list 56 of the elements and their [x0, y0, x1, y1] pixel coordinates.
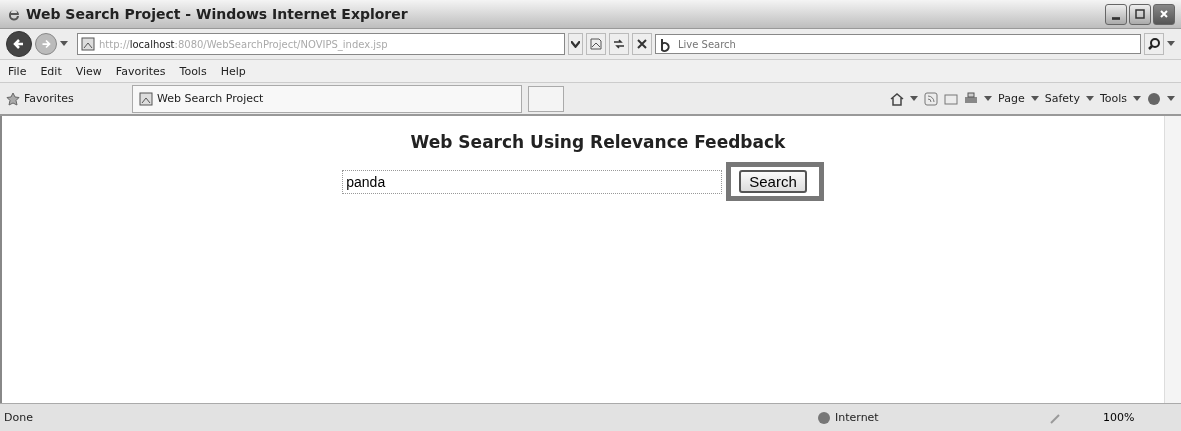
- page-icon: [589, 37, 603, 51]
- page-heading: Web Search Using Relevance Feedback: [410, 132, 786, 152]
- menu-item[interactable]: Tools: [179, 64, 207, 78]
- command-menu[interactable]: Safety: [1044, 92, 1080, 105]
- maximize-button[interactable]: [1129, 3, 1151, 25]
- caret-icon[interactable]: [1167, 95, 1175, 102]
- refresh-button[interactable]: [609, 33, 629, 55]
- close-icon: [635, 37, 649, 51]
- menu-item[interactable]: Help: [220, 64, 246, 78]
- dropdown-button[interactable]: [568, 33, 583, 55]
- zoom-button[interactable]: 100%: [1097, 410, 1177, 425]
- close-button[interactable]: [1153, 3, 1175, 25]
- tab-title: Web Search Project: [157, 92, 264, 105]
- minimize-icon: [1112, 16, 1120, 20]
- query-field[interactable]: panda: [342, 169, 723, 194]
- search-provider-icon: [659, 38, 673, 52]
- home-icon[interactable]: [890, 91, 905, 106]
- chevron-icon: [571, 40, 580, 48]
- menu-item[interactable]: Favorites: [115, 64, 166, 78]
- feed-icon[interactable]: [924, 91, 939, 106]
- caret-icon[interactable]: [60, 41, 68, 47]
- caret-icon[interactable]: [910, 95, 919, 102]
- command-menu[interactable]: Page: [998, 92, 1025, 105]
- scrollbar[interactable]: [1164, 116, 1181, 403]
- window-title: Web Search Project - Windows Internet Explorer: [26, 6, 409, 22]
- back-button[interactable]: [6, 31, 32, 57]
- search-field[interactable]: Live Search: [655, 34, 1141, 54]
- browser-tab[interactable]: Web Search Project: [132, 84, 522, 113]
- maximize-icon: [1135, 9, 1145, 19]
- star-icon[interactable]: [6, 91, 20, 106]
- stop-button[interactable]: [632, 33, 652, 55]
- caret-icon[interactable]: [1167, 41, 1175, 47]
- caret-icon[interactable]: [1085, 95, 1094, 102]
- caret-icon[interactable]: [1133, 95, 1141, 102]
- menu-item[interactable]: File: [8, 64, 27, 78]
- search-icon: [1147, 37, 1161, 51]
- close-icon: [1159, 9, 1169, 19]
- compatibility-button[interactable]: [586, 33, 606, 55]
- caret-icon[interactable]: [1030, 95, 1039, 102]
- url-text: http://localhost:8080/WebSearchProject/NOVIPS_index.jsp: [99, 38, 388, 50]
- page-icon: [139, 91, 153, 106]
- menu-item[interactable]: Edit: [40, 64, 62, 78]
- caret-icon[interactable]: [984, 95, 993, 102]
- page-icon: [81, 37, 95, 51]
- address-field[interactable]: http://localhost:8080/WebSearchProject/NOVIPS_index.jsp: [77, 33, 565, 55]
- search-button[interactable]: [1144, 33, 1164, 55]
- printer-icon[interactable]: [964, 91, 979, 106]
- menu-item[interactable]: View: [75, 64, 102, 78]
- command-menu[interactable]: Tools: [1099, 92, 1127, 105]
- refresh-icon: [612, 37, 626, 51]
- minimize-button[interactable]: [1105, 3, 1127, 25]
- security-zone: Internet: [835, 411, 880, 424]
- search-button[interactable]: Search: [739, 170, 807, 193]
- forward-button[interactable]: [35, 33, 57, 55]
- status-text: Done: [4, 411, 34, 424]
- favorites-button[interactable]: Favorites: [24, 92, 74, 105]
